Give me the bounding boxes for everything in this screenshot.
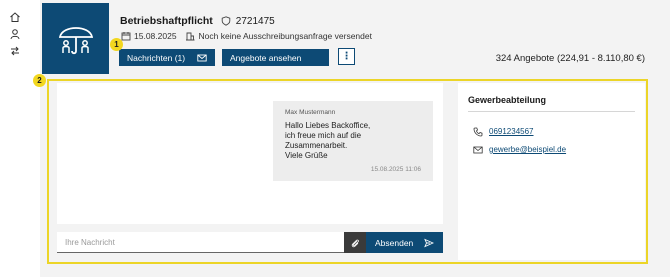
send-button-label: Absenden (375, 237, 414, 248)
message-line: ich freue mich auf die Zusammenarbeit. (285, 131, 362, 150)
email-address[interactable]: gewerbe@beispiel.de (489, 145, 566, 154)
calendar-icon (120, 30, 131, 41)
annotation-badge-2: 2 (33, 74, 46, 87)
view-offers-label: Angebote ansehen (230, 52, 302, 63)
policy-number: 2721475 (235, 15, 275, 27)
send-button[interactable]: Absenden (366, 232, 443, 253)
composer: Absenden (57, 232, 443, 253)
user-icon[interactable] (8, 27, 22, 41)
date-text: 15.08.2025 (134, 30, 177, 41)
message-line: Viele Grüße (285, 151, 328, 160)
envelope-icon (196, 52, 207, 63)
phone-link[interactable]: 0691234567 (472, 126, 534, 137)
kebab-icon: ⋮ (341, 51, 352, 62)
phone-number[interactable]: 0691234567 (489, 127, 534, 136)
left-nav-rail (0, 0, 34, 277)
umbrella-logo-icon (42, 3, 109, 74)
more-options-button[interactable]: ⋮ (338, 48, 355, 65)
shield-icon (221, 16, 232, 27)
home-icon[interactable] (8, 10, 22, 24)
attach-button[interactable] (344, 232, 366, 253)
message-timestamp: 15.08.2025 11:06 (370, 166, 421, 173)
messages-button[interactable]: Nachrichten (1) (119, 49, 215, 66)
message-sender: Max Mustermann (285, 109, 336, 116)
divider (468, 111, 635, 112)
building-icon (185, 30, 196, 41)
department-title: Gewerbeabteilung (468, 95, 547, 105)
messages-button-label: Nachrichten (1) (127, 52, 186, 63)
message-body: Hallo Liebes Backoffice, ich freue mich … (285, 121, 421, 161)
phone-icon (472, 126, 483, 137)
message-line: Hallo Liebes Backoffice, (285, 121, 371, 130)
paperclip-icon (351, 239, 359, 247)
title-row: Betriebshaftpflicht 2721475 (120, 15, 275, 27)
offers-summary: 324 Angebote (224,91 - 8.110,80 €) (495, 53, 645, 64)
send-arrow-icon (423, 237, 434, 248)
message-bubble: Max Mustermann Hallo Liebes Backoffice, … (273, 101, 433, 181)
envelope-icon (472, 144, 483, 155)
view-offers-button[interactable]: Angebote ansehen (222, 49, 329, 66)
status-text: Noch keine Ausschreibungsanfrage versend… (198, 30, 372, 41)
swap-icon[interactable] (8, 44, 22, 58)
meta-row: 15.08.2025 Noch keine Ausschreibungsanfr… (120, 30, 372, 41)
annotation-badge-1: 1 (110, 38, 123, 51)
chat-panel: Max Mustermann Hallo Liebes Backoffice, … (57, 83, 443, 224)
case-header: Betriebshaftpflicht 2721475 15.08.2025 N… (42, 3, 659, 74)
email-link[interactable]: gewerbe@beispiel.de (472, 144, 566, 155)
page-title: Betriebshaftpflicht (120, 15, 213, 27)
message-input[interactable] (57, 232, 344, 253)
department-panel: Gewerbeabteilung 0691234567 gewerbe@beis… (458, 83, 645, 260)
